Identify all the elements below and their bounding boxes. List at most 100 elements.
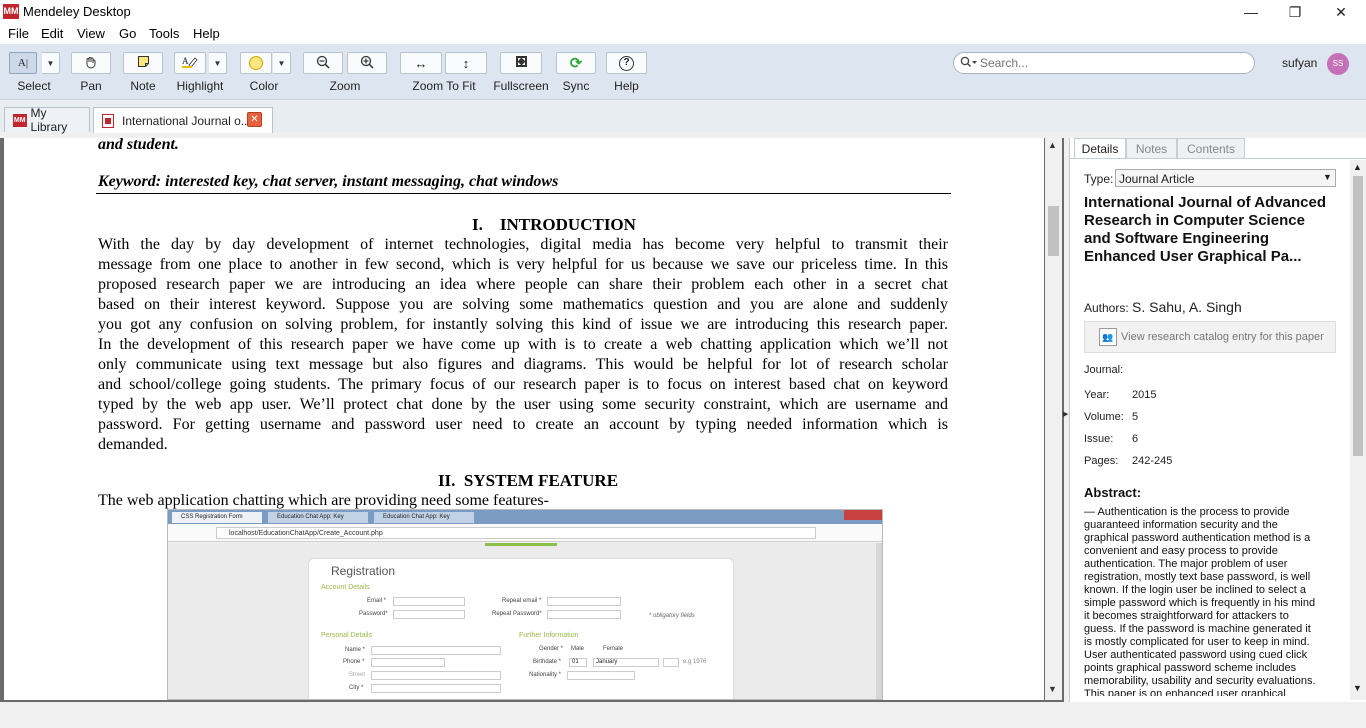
highlight-button[interactable]: A bbox=[174, 52, 206, 74]
close-tab-icon[interactable]: ✕ bbox=[247, 112, 262, 127]
authors-value[interactable]: S. Sahu, A. Singh bbox=[1132, 299, 1242, 315]
figure-label: Email * bbox=[367, 598, 387, 604]
zoom-fit-height-button[interactable]: ↕ bbox=[445, 52, 487, 74]
paragraph-line: and school/college going students. The p… bbox=[98, 376, 948, 393]
paragraph-line: typed by the web app user. We’ll protect… bbox=[98, 396, 948, 413]
svg-text:A: A bbox=[182, 56, 189, 66]
select-dropdown-button[interactable]: ▼ bbox=[42, 52, 60, 74]
zoom-out-icon bbox=[316, 55, 330, 72]
pan-button[interactable] bbox=[71, 52, 111, 74]
pdf-page[interactable]: and student. Keyword: interested key, ch… bbox=[4, 138, 1044, 700]
volume-value[interactable]: 5 bbox=[1132, 411, 1138, 423]
figure-input bbox=[371, 658, 445, 667]
document-title[interactable]: International Journal of Advanced Resear… bbox=[1084, 194, 1329, 266]
year-value[interactable]: 2015 bbox=[1132, 389, 1156, 401]
catalog-icon: 👥 bbox=[1099, 328, 1117, 346]
pdf-file-icon bbox=[102, 113, 114, 128]
highlighter-icon: A bbox=[181, 55, 199, 72]
search-input[interactable] bbox=[980, 56, 1240, 70]
minimize-button[interactable]: — bbox=[1228, 0, 1274, 24]
help-icon: ? bbox=[619, 55, 634, 71]
sync-icon: ⟳ bbox=[569, 55, 583, 72]
figure-section-label: Personal Details bbox=[321, 632, 372, 639]
figure-scrollbar bbox=[876, 543, 882, 699]
tab-my-library[interactable]: MM My Library bbox=[4, 106, 90, 134]
select-tool-button[interactable]: A| bbox=[9, 52, 37, 74]
toolbar: A| ▼ Select Pan Note A ▼ Highlight ▼ Col… bbox=[0, 44, 1366, 100]
fullscreen-button[interactable] bbox=[500, 52, 542, 74]
window-title: Mendeley Desktop bbox=[23, 4, 131, 19]
tab-notes[interactable]: Notes bbox=[1126, 138, 1177, 158]
scroll-down-icon[interactable]: ▼ bbox=[1048, 684, 1057, 694]
panel-splitter-handle[interactable]: ▶ bbox=[1063, 410, 1068, 418]
menu-edit[interactable]: Edit bbox=[41, 26, 63, 41]
help-label: Help bbox=[614, 79, 639, 93]
pages-value[interactable]: 242-245 bbox=[1132, 455, 1172, 467]
figure-address-bar: localhost/EducationChatApp/Create_Accoun… bbox=[168, 524, 882, 542]
tab-label: My Library bbox=[30, 106, 68, 134]
pdf-viewer[interactable]: and student. Keyword: interested key, ch… bbox=[0, 138, 1064, 702]
figure-tab: CSS Registration Form bbox=[172, 512, 262, 523]
sticky-note-icon bbox=[137, 55, 150, 71]
chevron-down-icon: ▼ bbox=[213, 58, 222, 68]
type-value: Journal Article bbox=[1119, 172, 1195, 186]
paragraph-line: based on their interest keyword. Suppose… bbox=[98, 296, 948, 313]
avatar[interactable]: SS bbox=[1327, 53, 1349, 75]
tab-contents[interactable]: Contents bbox=[1177, 138, 1245, 158]
type-select[interactable]: Journal Article ▼ bbox=[1115, 169, 1336, 187]
scroll-up-icon[interactable]: ▲ bbox=[1048, 140, 1057, 150]
figure-input bbox=[393, 610, 465, 619]
hand-icon bbox=[84, 55, 98, 72]
introduction-paragraph: With the day by day development of inter… bbox=[98, 235, 948, 455]
scroll-thumb[interactable] bbox=[1048, 206, 1059, 256]
abstract-heading: Abstract: bbox=[1084, 485, 1142, 500]
zoom-label: Zoom bbox=[329, 79, 361, 93]
figure-input bbox=[547, 597, 621, 606]
document-scrollbar[interactable]: ▲ ▼ bbox=[1045, 138, 1062, 700]
tab-details[interactable]: Details bbox=[1074, 138, 1126, 158]
issue-label: Issue: bbox=[1084, 433, 1114, 445]
zoom-in-button[interactable] bbox=[347, 52, 387, 74]
figure-input bbox=[393, 597, 465, 606]
abstract-text[interactable]: — Authentication is the process to provi… bbox=[1084, 506, 1320, 696]
sync-button[interactable]: ⟳ bbox=[556, 52, 596, 74]
scroll-up-icon[interactable]: ▲ bbox=[1353, 162, 1362, 172]
fit-width-icon: ↔ bbox=[414, 55, 428, 71]
zoom-out-button[interactable] bbox=[303, 52, 343, 74]
maximize-button[interactable]: ❐ bbox=[1272, 0, 1318, 24]
paragraph-line: With the day by day development of inter… bbox=[98, 236, 948, 253]
figure-label: City * bbox=[349, 685, 364, 691]
color-button[interactable] bbox=[240, 52, 272, 74]
help-button[interactable]: ? bbox=[606, 52, 647, 74]
scroll-thumb[interactable] bbox=[1353, 176, 1363, 456]
zoom-in-icon bbox=[360, 55, 374, 72]
zoom-fit-width-button[interactable]: ↔ bbox=[400, 52, 442, 74]
figure-select: January bbox=[593, 658, 659, 667]
figure-label: Male bbox=[571, 646, 585, 652]
figure-section-label: Further Information bbox=[519, 632, 579, 639]
fullscreen-icon bbox=[515, 55, 528, 71]
catalog-entry-button[interactable]: 👥 View research catalog entry for this p… bbox=[1084, 321, 1336, 353]
highlight-dropdown-button[interactable]: ▼ bbox=[209, 52, 227, 74]
menu-tools[interactable]: Tools bbox=[149, 26, 179, 41]
menu-go[interactable]: Go bbox=[119, 26, 136, 41]
color-dropdown-button[interactable]: ▼ bbox=[273, 52, 291, 74]
search-box[interactable] bbox=[953, 52, 1255, 74]
tab-pdf-document[interactable]: International Journal o... ✕ bbox=[93, 107, 273, 133]
menu-bar: File Edit View Go Tools Help bbox=[0, 24, 1366, 44]
scroll-down-icon[interactable]: ▼ bbox=[1353, 683, 1362, 693]
paragraph-line: In the development of this research pape… bbox=[98, 336, 948, 353]
figure-window-controls bbox=[844, 510, 882, 520]
details-scrollbar[interactable]: ▲ ▼ bbox=[1350, 160, 1366, 700]
username[interactable]: sufyan bbox=[1282, 56, 1317, 70]
close-window-button[interactable]: ✕ bbox=[1318, 0, 1364, 24]
note-button[interactable] bbox=[123, 52, 163, 74]
menu-file[interactable]: File bbox=[8, 26, 29, 41]
menu-view[interactable]: View bbox=[77, 26, 105, 41]
figure-note: e.g 1976 bbox=[683, 659, 707, 665]
figure-input bbox=[371, 684, 501, 693]
chevron-down-icon: ▼ bbox=[277, 58, 286, 68]
text-line: and student. bbox=[98, 138, 179, 153]
issue-value[interactable]: 6 bbox=[1132, 433, 1138, 445]
menu-help[interactable]: Help bbox=[193, 26, 220, 41]
